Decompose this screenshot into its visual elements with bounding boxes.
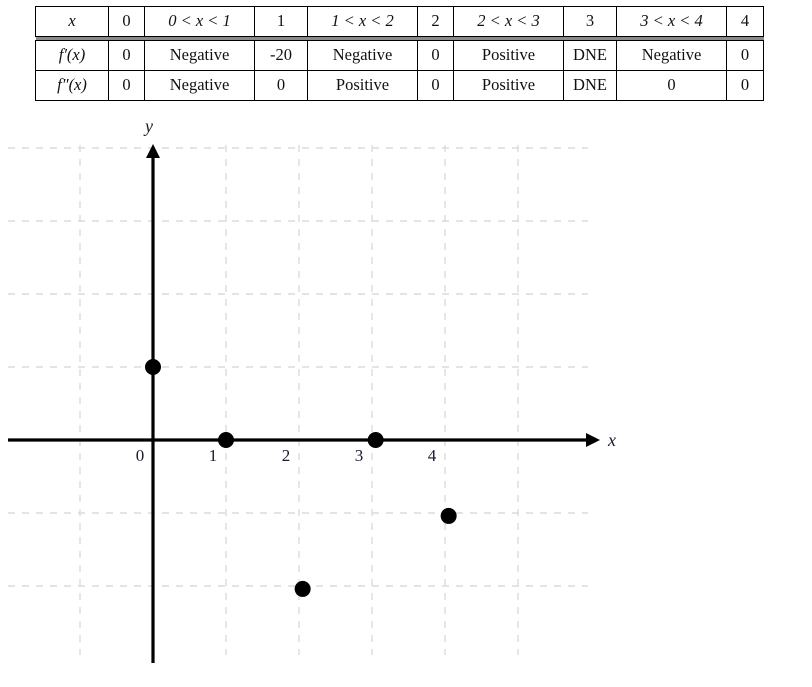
cell-fdoubleprime-1: Negative xyxy=(144,70,255,101)
x-axis-label: x xyxy=(607,430,616,450)
cell-fdoubleprime-2: 0 xyxy=(254,70,308,101)
table-row-x: x 0 0 < x < 1 1 1 < x < 2 2 2 < x < 3 3 … xyxy=(35,6,764,37)
graph-svg: 0 1 2 3 4 x y xyxy=(8,116,616,663)
row-label-fprime: f′(x) xyxy=(35,40,109,71)
data-point xyxy=(218,432,234,448)
cell-fprime-1: Negative xyxy=(144,40,255,71)
cell-fprime-7: Negative xyxy=(616,40,727,71)
table-row-fdoubleprime: f″(x) 0 Negative 0 Positive 0 Positive D… xyxy=(35,70,764,101)
sign-analysis-table-container: x 0 0 < x < 1 1 1 < x < 2 2 2 < x < 3 3 … xyxy=(35,6,764,101)
data-point xyxy=(294,580,311,597)
cell-fdoubleprime-8: 0 xyxy=(726,70,764,101)
cell-x-0: 0 xyxy=(108,6,145,37)
data-point xyxy=(145,359,161,375)
x-tick-label: 2 xyxy=(282,446,291,465)
tick-labels-group: 0 1 2 3 4 xyxy=(136,446,437,465)
cell-fdoubleprime-6: DNE xyxy=(563,70,617,101)
cell-x-1: 0 < x < 1 xyxy=(144,6,255,37)
cell-x-2: 1 xyxy=(254,6,308,37)
cell-x-7: 3 < x < 4 xyxy=(616,6,727,37)
y-axis-arrowhead xyxy=(146,144,160,158)
cell-fdoubleprime-4: 0 xyxy=(417,70,454,101)
gridlines-group xyxy=(8,145,588,655)
cell-fprime-6: DNE xyxy=(563,40,617,71)
cell-fprime-3: Negative xyxy=(307,40,418,71)
cell-fdoubleprime-7: 0 xyxy=(616,70,727,101)
sign-analysis-table: x 0 0 < x < 1 1 1 < x < 2 2 2 < x < 3 3 … xyxy=(35,6,764,101)
row-label-x: x xyxy=(35,6,109,37)
x-tick-label: 4 xyxy=(428,446,437,465)
cell-fprime-2: -20 xyxy=(254,40,308,71)
coordinate-plane: 0 1 2 3 4 x y xyxy=(0,100,812,687)
x-axis-arrowhead xyxy=(586,433,600,447)
x-tick-label: 1 xyxy=(209,446,218,465)
y-axis-label: y xyxy=(143,116,153,136)
cell-x-4: 2 xyxy=(417,6,454,37)
cell-fdoubleprime-0: 0 xyxy=(108,70,145,101)
cell-fprime-0: 0 xyxy=(108,40,145,71)
cell-fdoubleprime-3: Positive xyxy=(307,70,418,101)
cell-fdoubleprime-5: Positive xyxy=(453,70,564,101)
cell-x-8: 4 xyxy=(726,6,764,37)
x-tick-label: 0 xyxy=(136,446,145,465)
axis-titles-group: x y xyxy=(143,116,616,450)
cell-fprime-4: 0 xyxy=(417,40,454,71)
data-point xyxy=(367,432,384,448)
data-point xyxy=(440,507,457,524)
cell-fprime-8: 0 xyxy=(726,40,764,71)
table-row-fprime: f′(x) 0 Negative -20 Negative 0 Positive… xyxy=(35,40,764,71)
cell-fprime-5: Positive xyxy=(453,40,564,71)
cell-x-5: 2 < x < 3 xyxy=(453,6,564,37)
cell-x-3: 1 < x < 2 xyxy=(307,6,418,37)
data-points-group xyxy=(145,359,457,597)
row-label-fdoubleprime: f″(x) xyxy=(35,70,109,101)
cell-x-6: 3 xyxy=(563,6,617,37)
x-tick-label: 3 xyxy=(355,446,364,465)
